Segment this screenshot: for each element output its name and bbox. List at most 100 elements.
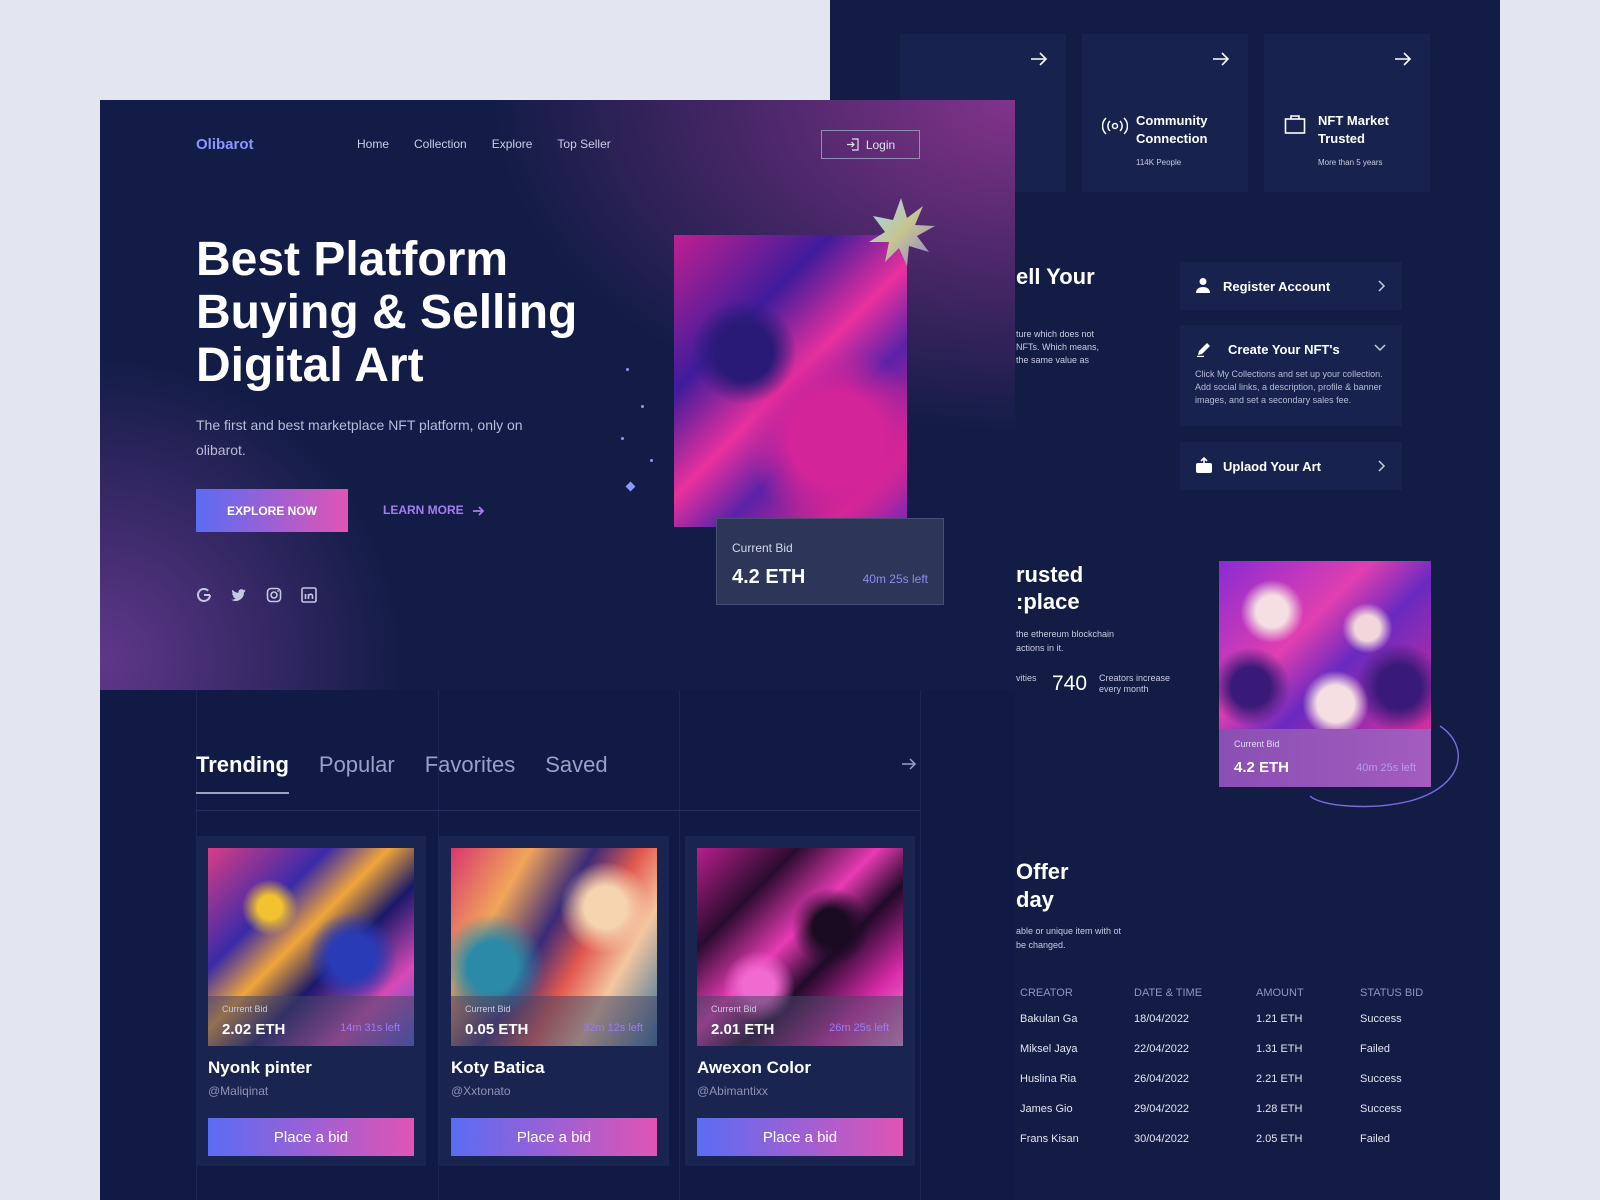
bid-value: 2.02 ETH xyxy=(222,1021,286,1038)
hero-section: Olibarot Home Collection Explore Top Sel… xyxy=(100,100,1015,690)
grid-line xyxy=(920,690,921,1200)
bid-value: 0.05 ETH xyxy=(465,1021,529,1038)
brand-logo[interactable]: Olibarot xyxy=(196,136,254,153)
table-cell: 1.28 ETH xyxy=(1256,1103,1303,1115)
chevron-right-icon xyxy=(1378,280,1386,292)
table-row[interactable]: Miksel Jaya 22/04/2022 1.31 ETH Failed xyxy=(1020,1034,1440,1064)
table-row[interactable]: Huslina Ria 26/04/2022 2.21 ETH Success xyxy=(1020,1064,1440,1094)
orbit-decoration xyxy=(1309,725,1459,808)
bid-table: CREATOR DATE & TIME AMOUNT STATUS BID Ba… xyxy=(1020,982,1440,1154)
table-cell: 22/04/2022 xyxy=(1134,1043,1190,1055)
hero-subtitle: The first and best marketplace NFT platf… xyxy=(196,417,523,458)
table-row[interactable]: Bakulan Ga 18/04/2022 1.21 ETH Success xyxy=(1020,1004,1440,1034)
status-badge: Success xyxy=(1360,1103,1402,1115)
linkedin-icon[interactable] xyxy=(301,587,317,603)
chevron-right-icon xyxy=(1378,460,1386,472)
nft-card[interactable]: Current Bid 2.02 ETH 14m 31s left Nyonk … xyxy=(196,836,426,1166)
bid-time: 14m 31s left xyxy=(340,1022,400,1034)
step-register-account[interactable]: Register Account xyxy=(1180,262,1402,310)
grid-line xyxy=(679,690,680,1200)
stat-value: 740 xyxy=(1052,672,1088,695)
table-row[interactable]: Frans Kisan 30/04/2022 2.05 ETH Failed xyxy=(1020,1124,1440,1154)
table-header: DATE & TIME xyxy=(1134,987,1203,999)
twitter-icon[interactable] xyxy=(231,587,247,603)
nav-top-seller[interactable]: Top Seller xyxy=(557,137,610,151)
tab-bar: Trending Popular Favorites Saved xyxy=(196,752,608,794)
table-cell: 26/04/2022 xyxy=(1134,1073,1190,1085)
table-row[interactable]: James Gio 29/04/2022 1.28 ETH Success xyxy=(1020,1094,1440,1124)
sparkle-diamond xyxy=(625,481,636,492)
explore-now-button[interactable]: EXPLORE NOW xyxy=(196,489,348,532)
step-upload-art[interactable]: Uplaod Your Art xyxy=(1180,442,1402,490)
step-create-nft[interactable]: Create Your NFT's Click My Collections a… xyxy=(1180,325,1402,426)
bid-label: Current Bid xyxy=(732,541,793,555)
bid-label: Current Bid xyxy=(1234,739,1280,749)
place-bid-button[interactable]: Place a bid xyxy=(208,1118,414,1156)
login-icon xyxy=(846,138,859,151)
table-cell: Bakulan Ga xyxy=(1020,1013,1078,1025)
tab-popular[interactable]: Popular xyxy=(319,752,395,778)
bid-overlay: Current Bid 2.01 ETH 26m 25s left xyxy=(697,996,903,1046)
arrow-right-icon xyxy=(1031,52,1048,66)
nav-collection[interactable]: Collection xyxy=(414,137,467,151)
arrow-right-icon xyxy=(1213,52,1230,66)
bid-label: Current Bid xyxy=(465,1004,511,1014)
feature-subtitle: 114K People xyxy=(1136,158,1182,167)
status-badge: Success xyxy=(1360,1013,1402,1025)
feature-card-trusted[interactable]: NFT Market Trusted More than 5 years xyxy=(1264,34,1430,192)
bid-value: 2.01 ETH xyxy=(711,1021,775,1038)
broadcast-icon xyxy=(1102,117,1128,135)
step-label: Register Account xyxy=(1223,279,1331,294)
place-bid-button[interactable]: Place a bid xyxy=(697,1118,903,1156)
bid-value: 4.2 ETH xyxy=(732,566,806,588)
nav-explore[interactable]: Explore xyxy=(492,137,533,151)
step-description: Click My Collections and set up your col… xyxy=(1195,369,1383,405)
table-cell: Miksel Jaya xyxy=(1020,1043,1078,1055)
star-badge-icon xyxy=(869,198,935,266)
nft-card[interactable]: Current Bid 2.01 ETH 26m 25s left Awexon… xyxy=(685,836,915,1166)
tab-saved[interactable]: Saved xyxy=(545,752,607,778)
tab-favorites[interactable]: Favorites xyxy=(425,752,515,778)
table-header: STATUS BID xyxy=(1360,987,1424,999)
nft-name: Koty Batica xyxy=(451,1058,545,1077)
google-icon[interactable] xyxy=(196,587,212,603)
bid-label: Current Bid xyxy=(222,1004,268,1014)
arrow-right-icon[interactable] xyxy=(901,757,917,771)
login-button[interactable]: Login xyxy=(821,130,920,159)
upload-icon xyxy=(1196,457,1212,473)
bid-time: 32m 12s left xyxy=(583,1022,643,1034)
offer-text: able or unique item with ot be changed. xyxy=(1016,926,1122,950)
login-label: Login xyxy=(865,137,896,152)
bid-overlay: Current Bid 2.02 ETH 14m 31s left xyxy=(208,996,414,1046)
learn-more-link[interactable]: LEARN MORE xyxy=(383,503,486,517)
hero-nft-artwork[interactable] xyxy=(674,235,907,527)
bid-overlay: Current Bid 0.05 ETH 32m 12s left xyxy=(451,996,657,1046)
nft-artwork xyxy=(1219,561,1431,729)
creator-handle: @Xxtonato xyxy=(451,1084,511,1098)
sell-text: ture which does not NFTs. Which means, t… xyxy=(1016,329,1100,365)
tab-divider xyxy=(196,810,920,811)
learn-more-label: LEARN MORE xyxy=(383,503,464,517)
current-bid-card: Current Bid 4.2 ETH 40m 25s left xyxy=(716,518,944,605)
front-page: Olibarot Home Collection Explore Top Sel… xyxy=(100,100,1015,1200)
tab-trending[interactable]: Trending xyxy=(196,752,289,794)
table-cell: Frans Kisan xyxy=(1020,1133,1079,1145)
table-cell: 1.31 ETH xyxy=(1256,1043,1303,1055)
creator-handle: @Abimantixx xyxy=(697,1084,768,1098)
offer-heading: Offer day xyxy=(1016,859,1069,912)
arrow-right-icon xyxy=(472,506,484,516)
table-cell: 1.21 ETH xyxy=(1256,1013,1303,1025)
feature-card-community[interactable]: Community Connection 114K People xyxy=(1082,34,1248,192)
sparkle-dot xyxy=(621,437,624,440)
stat-prefix: vities xyxy=(1016,673,1037,683)
chevron-down-icon xyxy=(1374,344,1386,352)
place-bid-button[interactable]: Place a bid xyxy=(451,1118,657,1156)
nft-name: Awexon Color xyxy=(697,1058,811,1077)
status-badge: Failed xyxy=(1360,1133,1390,1145)
status-badge: Success xyxy=(1360,1073,1402,1085)
nft-card[interactable]: Current Bid 0.05 ETH 32m 12s left Koty B… xyxy=(439,836,669,1166)
instagram-icon[interactable] xyxy=(266,587,282,603)
feature-subtitle: More than 5 years xyxy=(1318,158,1383,167)
table-cell: 30/04/2022 xyxy=(1134,1133,1190,1145)
nav-home[interactable]: Home xyxy=(357,137,389,151)
